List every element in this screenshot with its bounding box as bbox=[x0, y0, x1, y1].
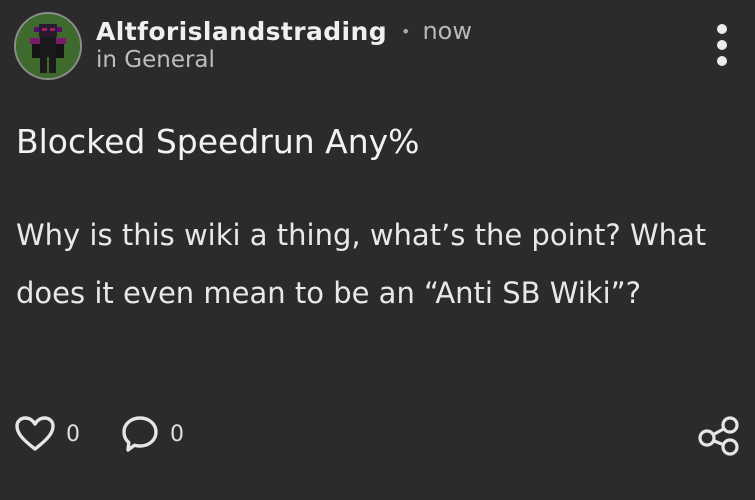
post-card: Altforislandstrading • now in General Bl… bbox=[0, 0, 755, 500]
vertical-ellipsis-icon bbox=[717, 24, 727, 34]
avatar[interactable] bbox=[14, 12, 82, 80]
post-body: Why is this wiki a thing, what’s the poi… bbox=[16, 218, 707, 310]
share-icon bbox=[698, 416, 739, 456]
meta-separator: • bbox=[401, 21, 411, 41]
community-label[interactable]: in General bbox=[96, 47, 215, 73]
speech-bubble-outline-icon bbox=[122, 416, 158, 452]
post-title: Blocked Speedrun Any% bbox=[16, 122, 420, 161]
like-button[interactable]: 0 bbox=[14, 415, 80, 453]
more-options-button[interactable] bbox=[706, 18, 738, 72]
like-count: 0 bbox=[66, 421, 80, 447]
comment-count: 0 bbox=[170, 421, 184, 447]
author-name[interactable]: Altforislandstrading bbox=[96, 17, 387, 46]
avatar-image bbox=[16, 14, 80, 78]
comment-button[interactable]: 0 bbox=[120, 414, 184, 454]
post-timestamp: now bbox=[422, 17, 472, 45]
post-actions: 0 0 bbox=[14, 412, 184, 456]
post-meta: Altforislandstrading • now bbox=[96, 14, 472, 48]
heart-outline-icon bbox=[15, 416, 55, 451]
share-button[interactable] bbox=[696, 414, 742, 458]
avatar-figure-icon bbox=[16, 14, 80, 78]
